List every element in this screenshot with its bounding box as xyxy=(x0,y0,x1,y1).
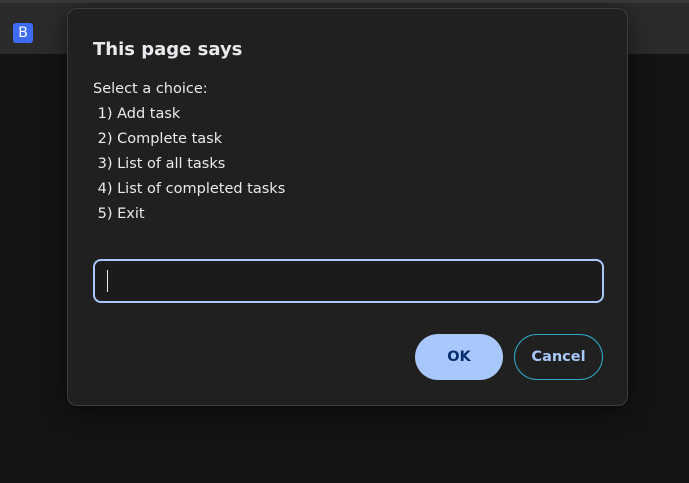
message-line: 2) Complete task xyxy=(93,131,223,147)
message-line: Select a choice: xyxy=(93,81,208,97)
message-line: 5) Exit xyxy=(93,206,145,222)
message-line: 4) List of completed tasks xyxy=(93,181,286,197)
message-line: 1) Add task xyxy=(93,106,181,122)
dialog-message: Select a choice: 1) Add task 2) Complete… xyxy=(93,77,285,227)
message-line: 3) List of all tasks xyxy=(93,156,226,172)
dialog-title: This page says xyxy=(93,39,243,60)
prompt-dialog: This page says Select a choice: 1) Add t… xyxy=(67,8,628,406)
ok-button[interactable]: OK xyxy=(415,334,503,380)
text-caret xyxy=(107,270,108,292)
site-favicon-icon[interactable]: B xyxy=(13,23,33,43)
cancel-button[interactable]: Cancel xyxy=(514,334,603,380)
prompt-input-field[interactable] xyxy=(93,259,604,303)
